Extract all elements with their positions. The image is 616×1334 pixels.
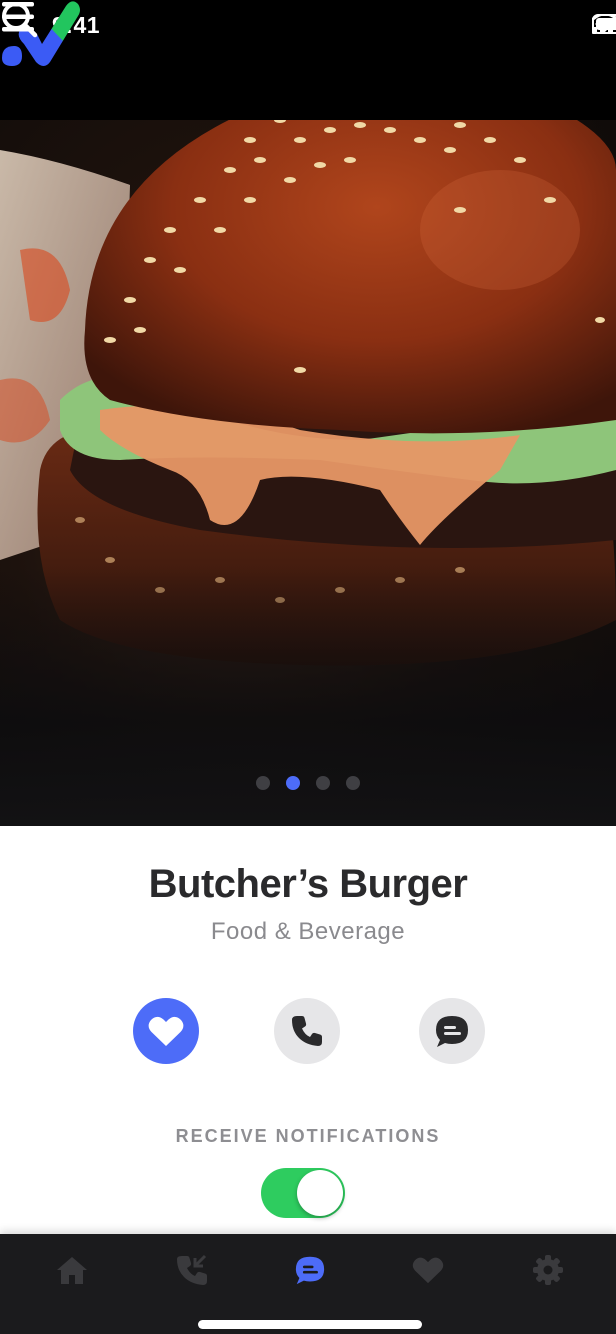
bottom-tab-bar bbox=[0, 1234, 616, 1334]
restaurant-detail-screen: 9:41 Butcher’s Burger Food & Beverage RE… bbox=[0, 0, 616, 1334]
home-icon bbox=[57, 1257, 87, 1284]
tab-favorites[interactable] bbox=[408, 1252, 448, 1288]
page-dot-4[interactable] bbox=[346, 776, 360, 790]
call-button[interactable] bbox=[274, 998, 340, 1064]
phone-icon bbox=[292, 1016, 322, 1046]
hero-carousel[interactable]: 9:41 bbox=[0, 0, 616, 826]
carousel-pagination bbox=[0, 776, 616, 790]
chat-bubble-icon bbox=[295, 1256, 325, 1285]
battery-icon bbox=[592, 14, 616, 34]
phone-callback-icon bbox=[177, 1254, 207, 1285]
favorite-button[interactable] bbox=[133, 998, 199, 1064]
heart-icon bbox=[148, 1016, 184, 1046]
tab-settings[interactable] bbox=[528, 1252, 568, 1288]
page-dot-1[interactable] bbox=[256, 776, 270, 790]
notifications-toggle[interactable] bbox=[261, 1168, 345, 1218]
hamburger-menu-icon[interactable] bbox=[0, 0, 36, 34]
page-dot-3[interactable] bbox=[316, 776, 330, 790]
listing-title: Butcher’s Burger bbox=[148, 862, 468, 906]
heart-icon bbox=[412, 1257, 444, 1284]
tab-home[interactable] bbox=[52, 1252, 92, 1288]
tab-messages[interactable] bbox=[290, 1252, 330, 1288]
listing-category: Food & Beverage bbox=[210, 918, 406, 945]
tab-calls[interactable] bbox=[172, 1252, 212, 1288]
page-dot-2[interactable] bbox=[286, 776, 300, 790]
chat-bubble-icon bbox=[436, 1016, 468, 1047]
home-indicator bbox=[198, 1320, 422, 1329]
toggle-knob bbox=[297, 1170, 343, 1216]
gear-icon bbox=[533, 1255, 563, 1285]
message-button[interactable] bbox=[419, 998, 485, 1064]
notifications-label: RECEIVE NOTIFICATIONS bbox=[175, 1126, 441, 1146]
